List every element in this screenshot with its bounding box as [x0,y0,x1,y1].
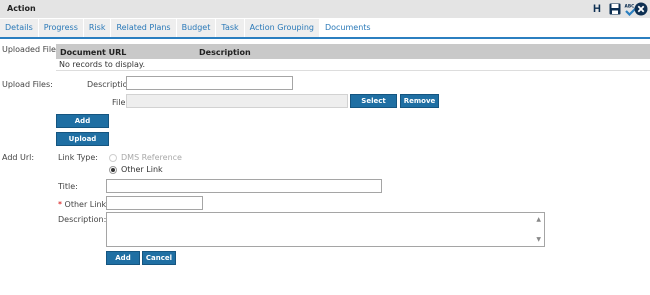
required-marker: * [58,200,62,209]
cancel-button[interactable]: Cancel [142,251,176,265]
tab-action-grouping[interactable]: Action Grouping [244,19,320,37]
tab-underline [0,37,650,39]
title-input[interactable] [106,179,382,193]
file-path-input[interactable] [126,94,348,108]
title-label: Title: [58,182,78,191]
add-file-button[interactable]: Add [56,114,109,128]
empty-grid-message: No records to display. [56,59,650,71]
grid-header: Document URL Description [56,44,650,59]
title-bar: Action H ABC [0,0,650,18]
remove-button[interactable]: Remove [400,94,439,108]
window-title: Action [7,4,36,13]
radio-other-link-label: Other Link [121,165,163,174]
url-description-textarea[interactable]: ▲ ▼ [106,212,545,247]
tab-details[interactable]: Details [0,19,39,37]
spellcheck-icon-label: ABC [625,3,635,9]
tab-progress[interactable]: Progress [38,19,84,37]
column-header-description[interactable]: Description [199,48,251,57]
select-button[interactable]: Select [350,94,397,108]
radio-dms-reference-label: DMS Reference [121,153,182,162]
close-icon[interactable] [634,2,648,16]
add-url-button[interactable]: Add [106,251,140,265]
uploaded-files-grid: Document URL Description No records to d… [56,44,650,71]
upload-button[interactable]: Upload [56,132,109,146]
save-icon[interactable] [609,2,621,16]
other-link-label-text: Other Link: [64,200,109,209]
tab-bar: Details Progress Risk Related Plans Budg… [0,19,377,37]
tab-task[interactable]: Task [216,19,245,37]
h-icon[interactable]: H [592,2,602,16]
other-link-input[interactable] [106,196,203,210]
upload-files-label: Upload Files: [2,80,53,89]
url-description-label: Description: [58,215,107,224]
tab-risk[interactable]: Risk [83,19,112,37]
link-type-label: Link Type: [58,153,98,162]
other-link-label: * Other Link: [58,200,109,209]
scroll-down-icon[interactable]: ▼ [536,236,541,243]
radio-dms-reference[interactable] [109,154,117,162]
uploaded-files-label: Uploaded Files: [2,45,63,54]
upload-description-input[interactable] [126,76,293,90]
tab-documents[interactable]: Documents [319,19,377,37]
tab-budget[interactable]: Budget [176,19,217,37]
add-url-label: Add Url: [2,153,35,162]
radio-other-link[interactable] [109,166,117,174]
tab-related-plans[interactable]: Related Plans [111,19,177,37]
column-header-document-url[interactable]: Document URL [60,48,126,57]
scroll-up-icon[interactable]: ▲ [536,216,541,223]
